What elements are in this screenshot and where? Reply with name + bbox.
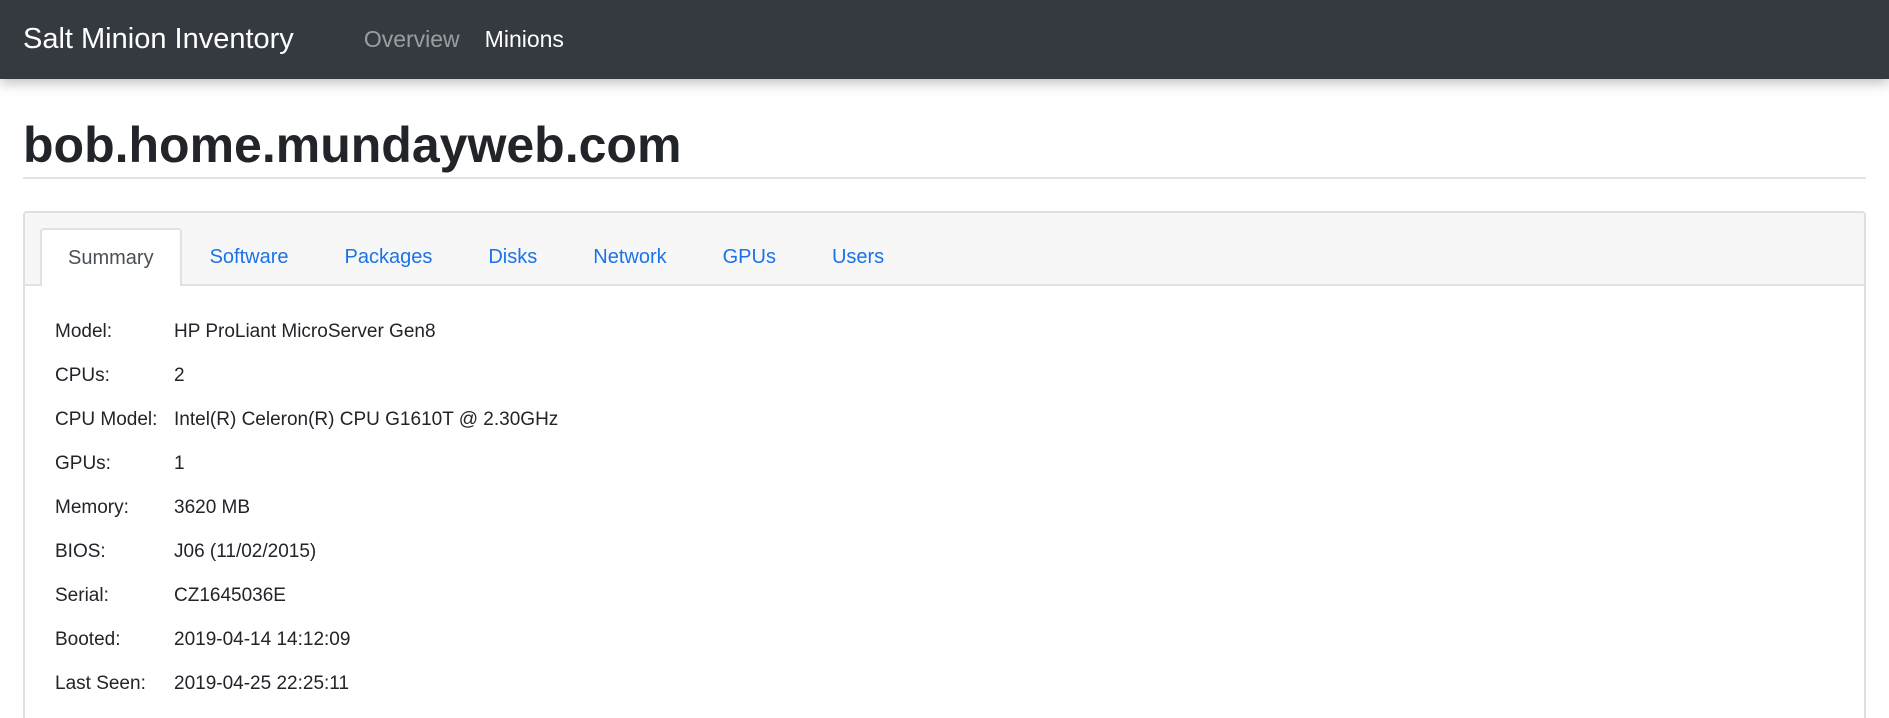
booted-label: Booted:	[55, 629, 121, 650]
bios-value: J06 (11/02/2015)	[174, 541, 317, 562]
card-header: Summary Software Packages Disks Network …	[25, 213, 1864, 286]
main-content: bob.home.mundayweb.com Summary Software …	[0, 79, 1889, 718]
bios-label: BIOS:	[55, 541, 106, 562]
summary-row-last-seen: Last Seen: 2019-04-25 22:25:11	[55, 662, 1834, 706]
cpus-value: 2	[174, 365, 185, 386]
nav-link-minions[interactable]: Minions	[485, 26, 564, 53]
cpu-model-label: CPU Model:	[55, 409, 158, 430]
gpus-value: 1	[174, 453, 185, 474]
summary-row-memory: Memory: 3620 MB	[55, 486, 1834, 530]
summary-panel: Model: HP ProLiant MicroServer Gen8 CPUs…	[25, 286, 1864, 706]
memory-value: 3620 MB	[174, 497, 251, 518]
tab-network[interactable]: Network	[565, 228, 694, 284]
model-value: HP ProLiant MicroServer Gen8	[174, 321, 436, 342]
model-label: Model:	[55, 321, 113, 342]
last-seen-label: Last Seen:	[55, 673, 146, 694]
nav-link-overview[interactable]: Overview	[364, 26, 460, 53]
cpus-label: CPUs:	[55, 365, 110, 386]
tab-summary[interactable]: Summary	[40, 228, 182, 286]
tab-bar: Summary Software Packages Disks Network …	[40, 228, 912, 286]
summary-row-model: Model: HP ProLiant MicroServer Gen8	[55, 310, 1834, 354]
brand-link[interactable]: Salt Minion Inventory	[23, 23, 294, 56]
serial-label: Serial:	[55, 585, 109, 606]
tab-gpus[interactable]: GPUs	[695, 228, 804, 284]
serial-value: CZ1645036E	[174, 585, 286, 606]
last-seen-value: 2019-04-25 22:25:11	[174, 673, 350, 694]
tab-disks[interactable]: Disks	[460, 228, 565, 284]
tab-software[interactable]: Software	[182, 228, 317, 284]
booted-value: 2019-04-14 14:12:09	[174, 629, 351, 650]
page-title: bob.home.mundayweb.com	[23, 79, 1866, 179]
cpu-model-value: Intel(R) Celeron(R) CPU G1610T @ 2.30GHz	[174, 409, 559, 430]
summary-row-bios: BIOS: J06 (11/02/2015)	[55, 530, 1834, 574]
summary-row-gpus: GPUs: 1	[55, 442, 1834, 486]
gpus-label: GPUs:	[55, 453, 111, 474]
summary-row-booted: Booted: 2019-04-14 14:12:09	[55, 618, 1834, 662]
tab-users[interactable]: Users	[804, 228, 912, 284]
top-navbar: Salt Minion Inventory Overview Minions	[0, 0, 1889, 79]
summary-row-serial: Serial: CZ1645036E	[55, 574, 1834, 618]
tab-packages[interactable]: Packages	[317, 228, 461, 284]
summary-row-cpu-model: CPU Model: Intel(R) Celeron(R) CPU G1610…	[55, 398, 1834, 442]
summary-row-cpus: CPUs: 2	[55, 354, 1834, 398]
memory-label: Memory:	[55, 497, 129, 518]
minion-details-card: Summary Software Packages Disks Network …	[23, 211, 1866, 718]
